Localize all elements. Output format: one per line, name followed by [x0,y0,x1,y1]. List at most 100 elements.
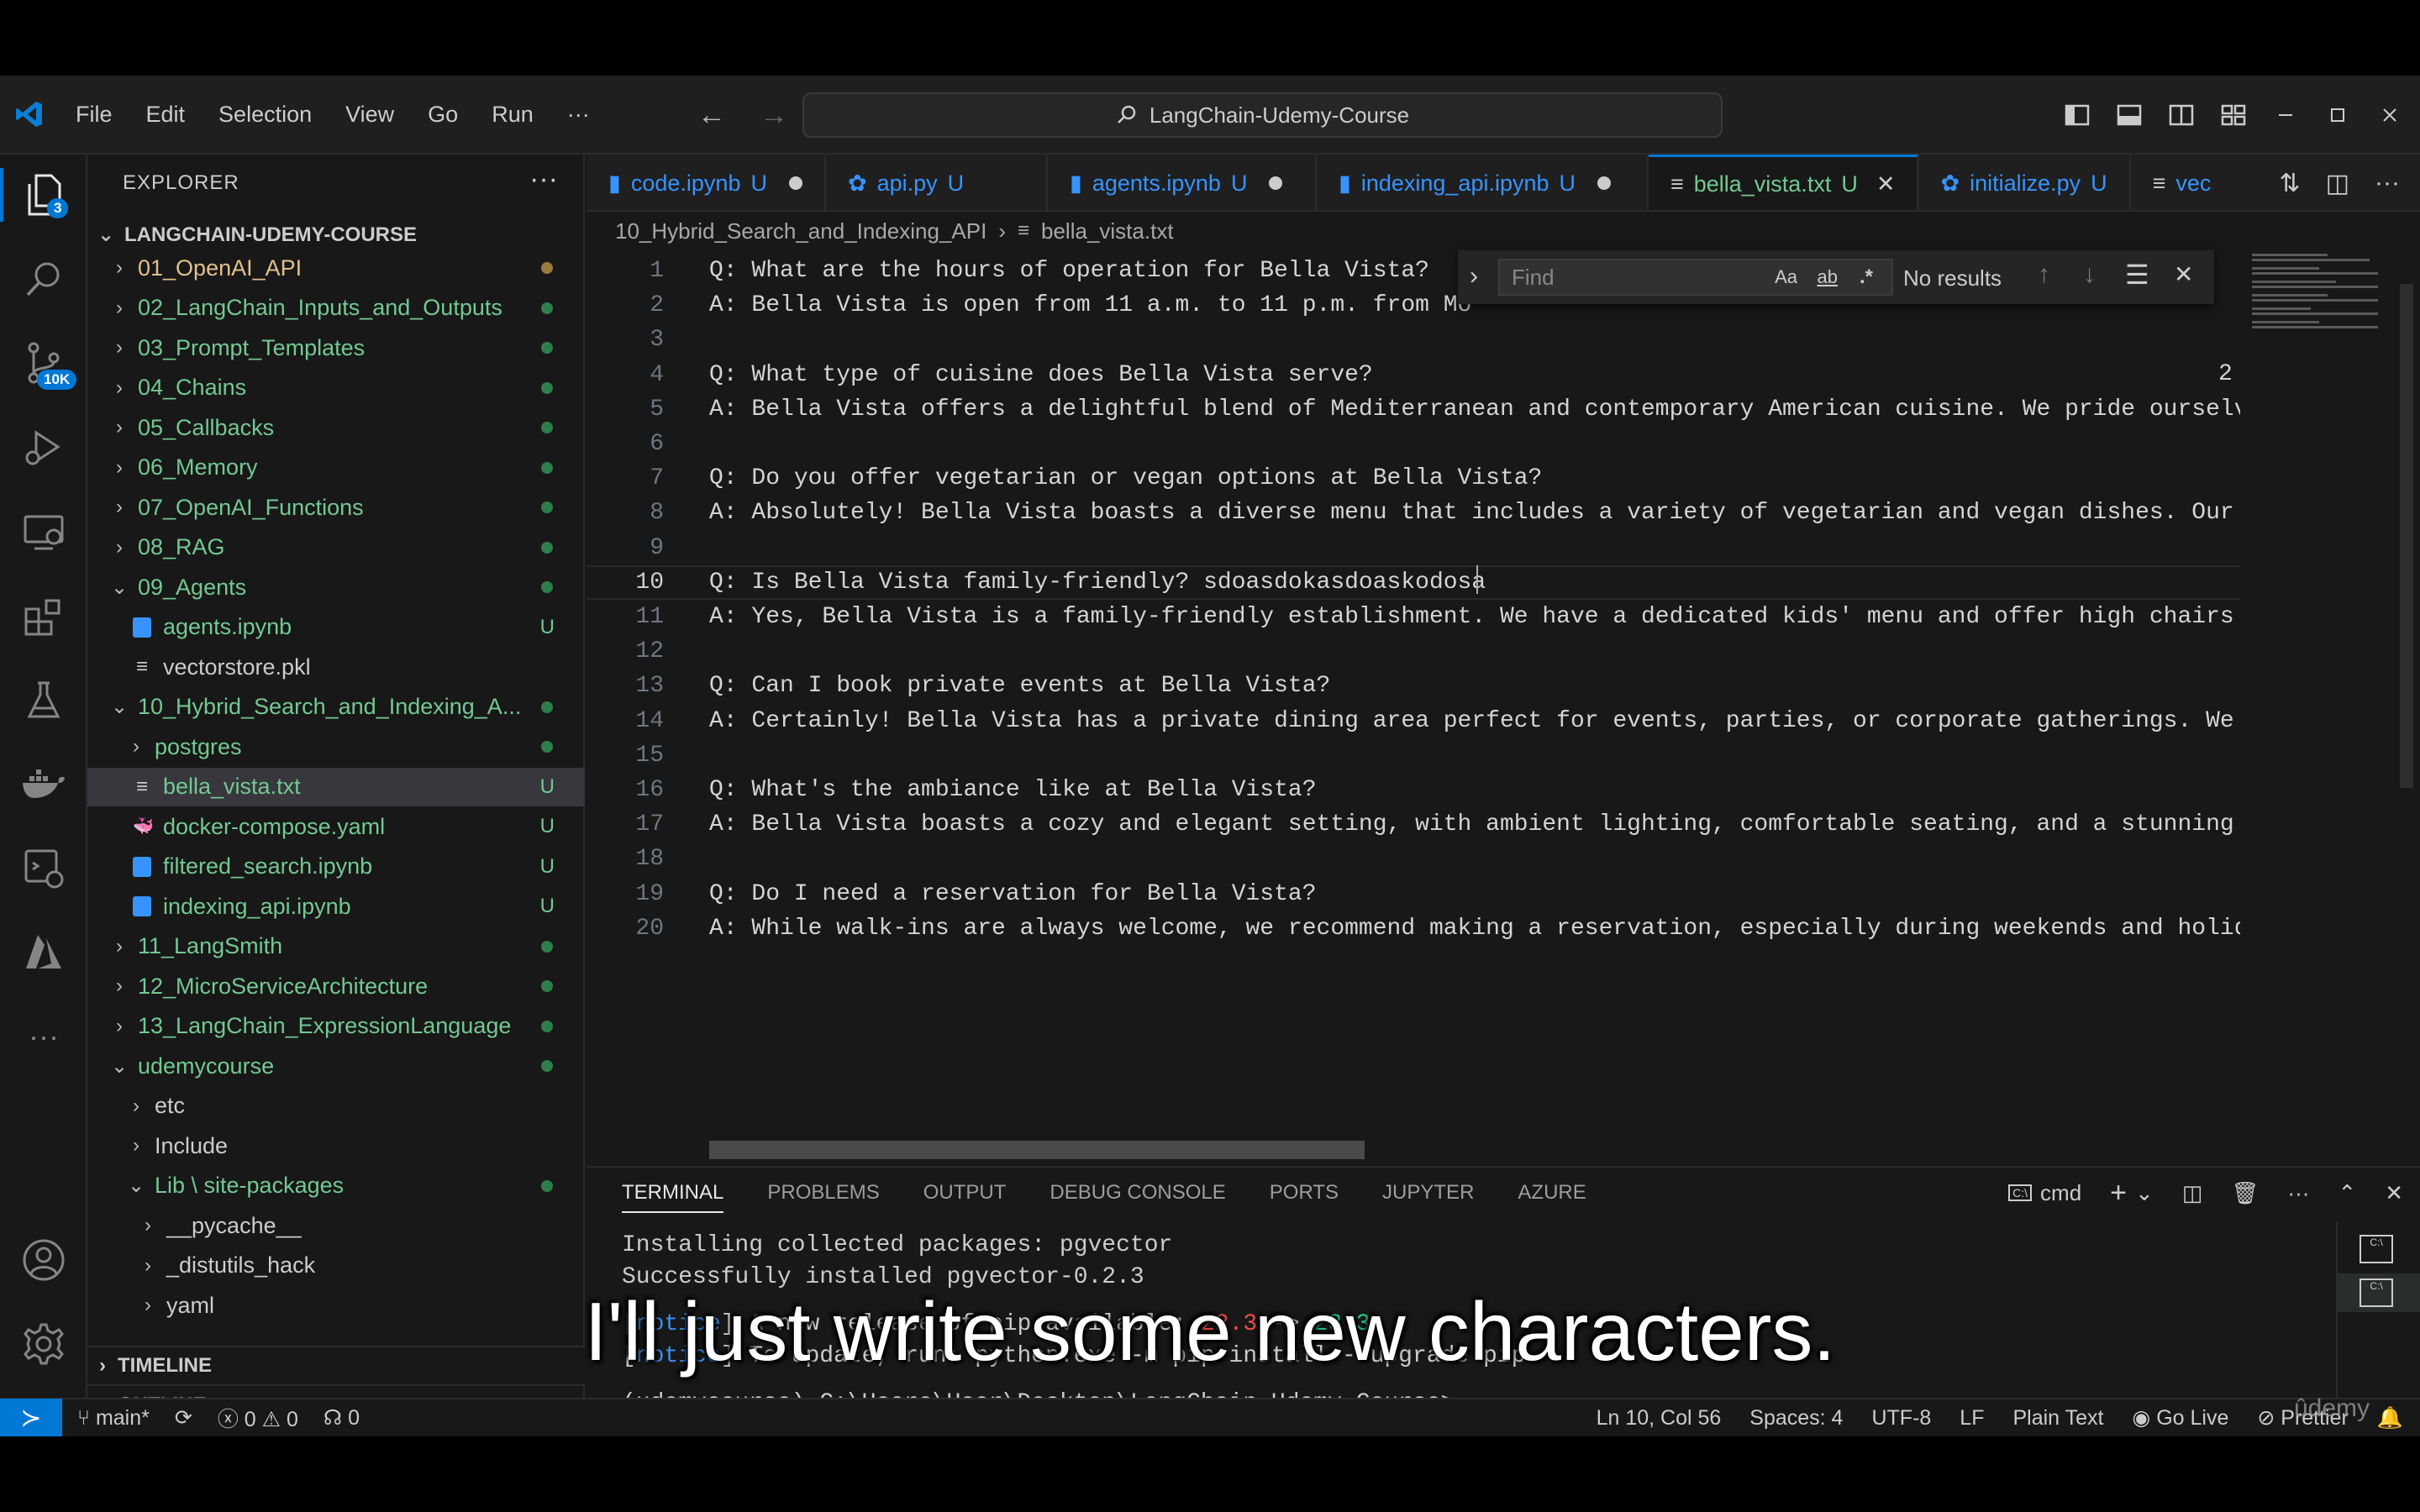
notifications-bell-icon[interactable]: 🔔 [2377,1406,2403,1431]
testing-flask-icon[interactable] [17,674,71,727]
editor-tab[interactable]: ▮ indexing_api.ipynb U [1317,155,1649,210]
editor-tab[interactable]: ≡ bella_vista.txt U ✕ [1648,155,1919,210]
encoding[interactable]: UTF-8 [1871,1406,1931,1431]
command-center-search[interactable]: LangChain-Udemy-Course [802,92,1723,138]
folder-row[interactable]: › 02_LangChain_Inputs_and_Outputs [87,289,585,328]
problems-indicator[interactable]: ⓧ 0 ⚠ 0 [218,1403,298,1433]
folder-row[interactable]: ⌄ 10_Hybrid_Search_and_Indexing_A... [87,688,585,727]
file-row[interactable]: filtered_search.ipynb U [87,848,585,886]
close-tab-icon[interactable]: ✕ [1876,171,1896,197]
panel-tab-ports[interactable]: PORTS [1270,1181,1339,1205]
folder-row[interactable]: › 07_OpenAI_Functions [87,488,585,527]
docker-icon[interactable] [17,758,71,811]
toggle-secondary-sidebar-icon[interactable] [2168,102,2195,129]
previous-match-icon[interactable]: ↑ [2038,260,2050,289]
next-match-icon[interactable]: ↓ [2083,260,2096,289]
remote-indicator-icon[interactable]: ≻ [0,1399,62,1436]
folder-row[interactable]: › etc [87,1087,585,1126]
terminal-instance-icon[interactable]: C:\ [2360,1235,2393,1263]
find-in-selection-icon[interactable]: ☰ [2125,259,2149,291]
explorer-more-icon[interactable]: ··· [529,163,558,196]
search-icon[interactable] [17,252,71,306]
file-row[interactable]: indexing_api.ipynb U [87,887,585,926]
menu-item-2[interactable]: Selection [202,102,329,128]
folder-row[interactable]: › 05_Callbacks [87,408,585,447]
menu-item-5[interactable]: Run [475,102,550,128]
forward-arrow-icon[interactable]: → [760,99,788,132]
folder-row[interactable]: › 01_OpenAI_API [87,249,585,287]
folder-row[interactable]: ⌄ 09_Agents [87,568,585,606]
panel-tab-output[interactable]: OUTPUT [923,1181,1007,1205]
ports-indicator[interactable]: ☊ 0 [324,1405,360,1431]
go-live-button[interactable]: ◉ Go Live [2132,1405,2228,1431]
folder-row[interactable]: › 13_LangChain_ExpressionLanguage [87,1007,585,1046]
cursor-position[interactable]: Ln 10, Col 56 [1597,1406,1722,1431]
run-debug-icon[interactable] [17,420,71,474]
panel-tab-debug-console[interactable]: DEBUG CONSOLE [1050,1181,1225,1205]
panel-tab-terminal[interactable]: TERMINAL [622,1173,724,1213]
close-find-icon[interactable]: ✕ [2174,260,2193,288]
source-control-icon[interactable]: 10K [17,336,77,390]
menu-item-4[interactable]: Go [411,102,475,128]
end-of-line[interactable]: LF [1960,1406,1984,1431]
match-case-icon[interactable]: Aa [1775,266,1797,288]
maximize-icon[interactable] [2324,102,2351,129]
editor-tab[interactable]: ≡ vec [2131,155,2233,210]
folder-row[interactable]: › 06_Memory [87,449,585,487]
close-window-icon[interactable] [2376,102,2403,129]
unsaved-dot-icon[interactable] [1269,176,1283,190]
indentation[interactable]: Spaces: 4 [1749,1406,1843,1431]
file-row[interactable]: 🐳 docker-compose.yaml U [87,807,585,846]
azure-icon[interactable] [17,926,71,979]
terminal-shell-selector[interactable]: C:\ cmd [2008,1180,2081,1206]
folder-row[interactable]: › 11_LangSmith [87,927,585,966]
maximize-panel-icon[interactable]: ⌃ [2338,1180,2356,1206]
split-terminal-icon[interactable]: ◫ [2182,1180,2203,1206]
toggle-replace-icon[interactable]: › [1470,262,1478,291]
folder-row[interactable]: ⌄ Lib \ site-packages [87,1167,585,1205]
folder-row[interactable]: › 03_Prompt_Templates [87,328,585,367]
explorer-icon[interactable]: 3 [17,168,71,222]
breadcrumb-folder[interactable]: 10_Hybrid_Search_and_Indexing_API [615,218,986,244]
remote-explorer-icon[interactable] [17,506,71,559]
editor-tab[interactable]: ✿ api.py U [826,155,1048,210]
remote-container-icon[interactable] [17,842,71,895]
find-input[interactable]: Find Aa ab .* [1498,259,1893,296]
menu-item-6[interactable]: ··· [550,102,607,128]
breadcrumb-file[interactable]: bella_vista.txt [1041,218,1174,244]
panel-tab-jupyter[interactable]: JUPYTER [1382,1181,1474,1205]
menu-item-3[interactable]: View [329,102,411,128]
extensions-icon[interactable] [17,590,71,643]
folder-row[interactable]: › 08_RAG [87,528,585,567]
new-terminal-icon[interactable]: + [2110,1177,2127,1210]
toggle-panel-icon[interactable] [2116,102,2143,129]
chevron-down-icon[interactable]: ⌄ [2135,1180,2154,1206]
sync-icon[interactable]: ⟳ [175,1405,192,1431]
customize-layout-icon[interactable] [2220,102,2247,129]
folder-row[interactable]: ⌄ udemycourse [87,1047,585,1085]
horizontal-scrollbar[interactable] [709,1141,1365,1159]
branch-indicator[interactable]: ⑂ main* [77,1406,150,1431]
editor-tab[interactable]: ✿ initialize.py U [1918,155,2131,210]
back-arrow-icon[interactable]: ← [697,99,726,132]
unsaved-dot-icon[interactable] [788,176,802,190]
menu-item-0[interactable]: File [59,102,129,128]
file-row[interactable]: ≡ vectorstore.pkl [87,648,585,686]
file-row[interactable]: ≡ bella_vista.txt U [87,767,585,806]
folder-row[interactable]: › 04_Chains [87,369,585,407]
open-changes-icon[interactable]: ⇅ [2280,169,2301,198]
more-views-icon[interactable]: ··· [17,1010,71,1063]
folder-row[interactable]: › __pycache__ [87,1206,585,1245]
minimap[interactable] [2245,250,2413,1090]
panel-tab-problems[interactable]: PROBLEMS [767,1181,879,1205]
editor-tab[interactable]: ▮ agents.ipynb U [1048,155,1317,210]
folder-row[interactable]: › 12_MicroServiceArchitecture [87,967,585,1005]
split-editor-icon[interactable]: ◫ [2326,169,2349,198]
file-row[interactable]: agents.ipynb U [87,608,585,647]
regex-icon[interactable]: .* [1860,265,1873,289]
panel-tab-azure[interactable]: AZURE [1518,1181,1586,1205]
language-mode[interactable]: Plain Text [2012,1406,2103,1431]
editor-tab[interactable]: ▮ code.ipynb U [587,155,826,210]
folder-row[interactable]: › postgres [87,727,585,766]
close-panel-icon[interactable]: ✕ [2385,1180,2403,1206]
